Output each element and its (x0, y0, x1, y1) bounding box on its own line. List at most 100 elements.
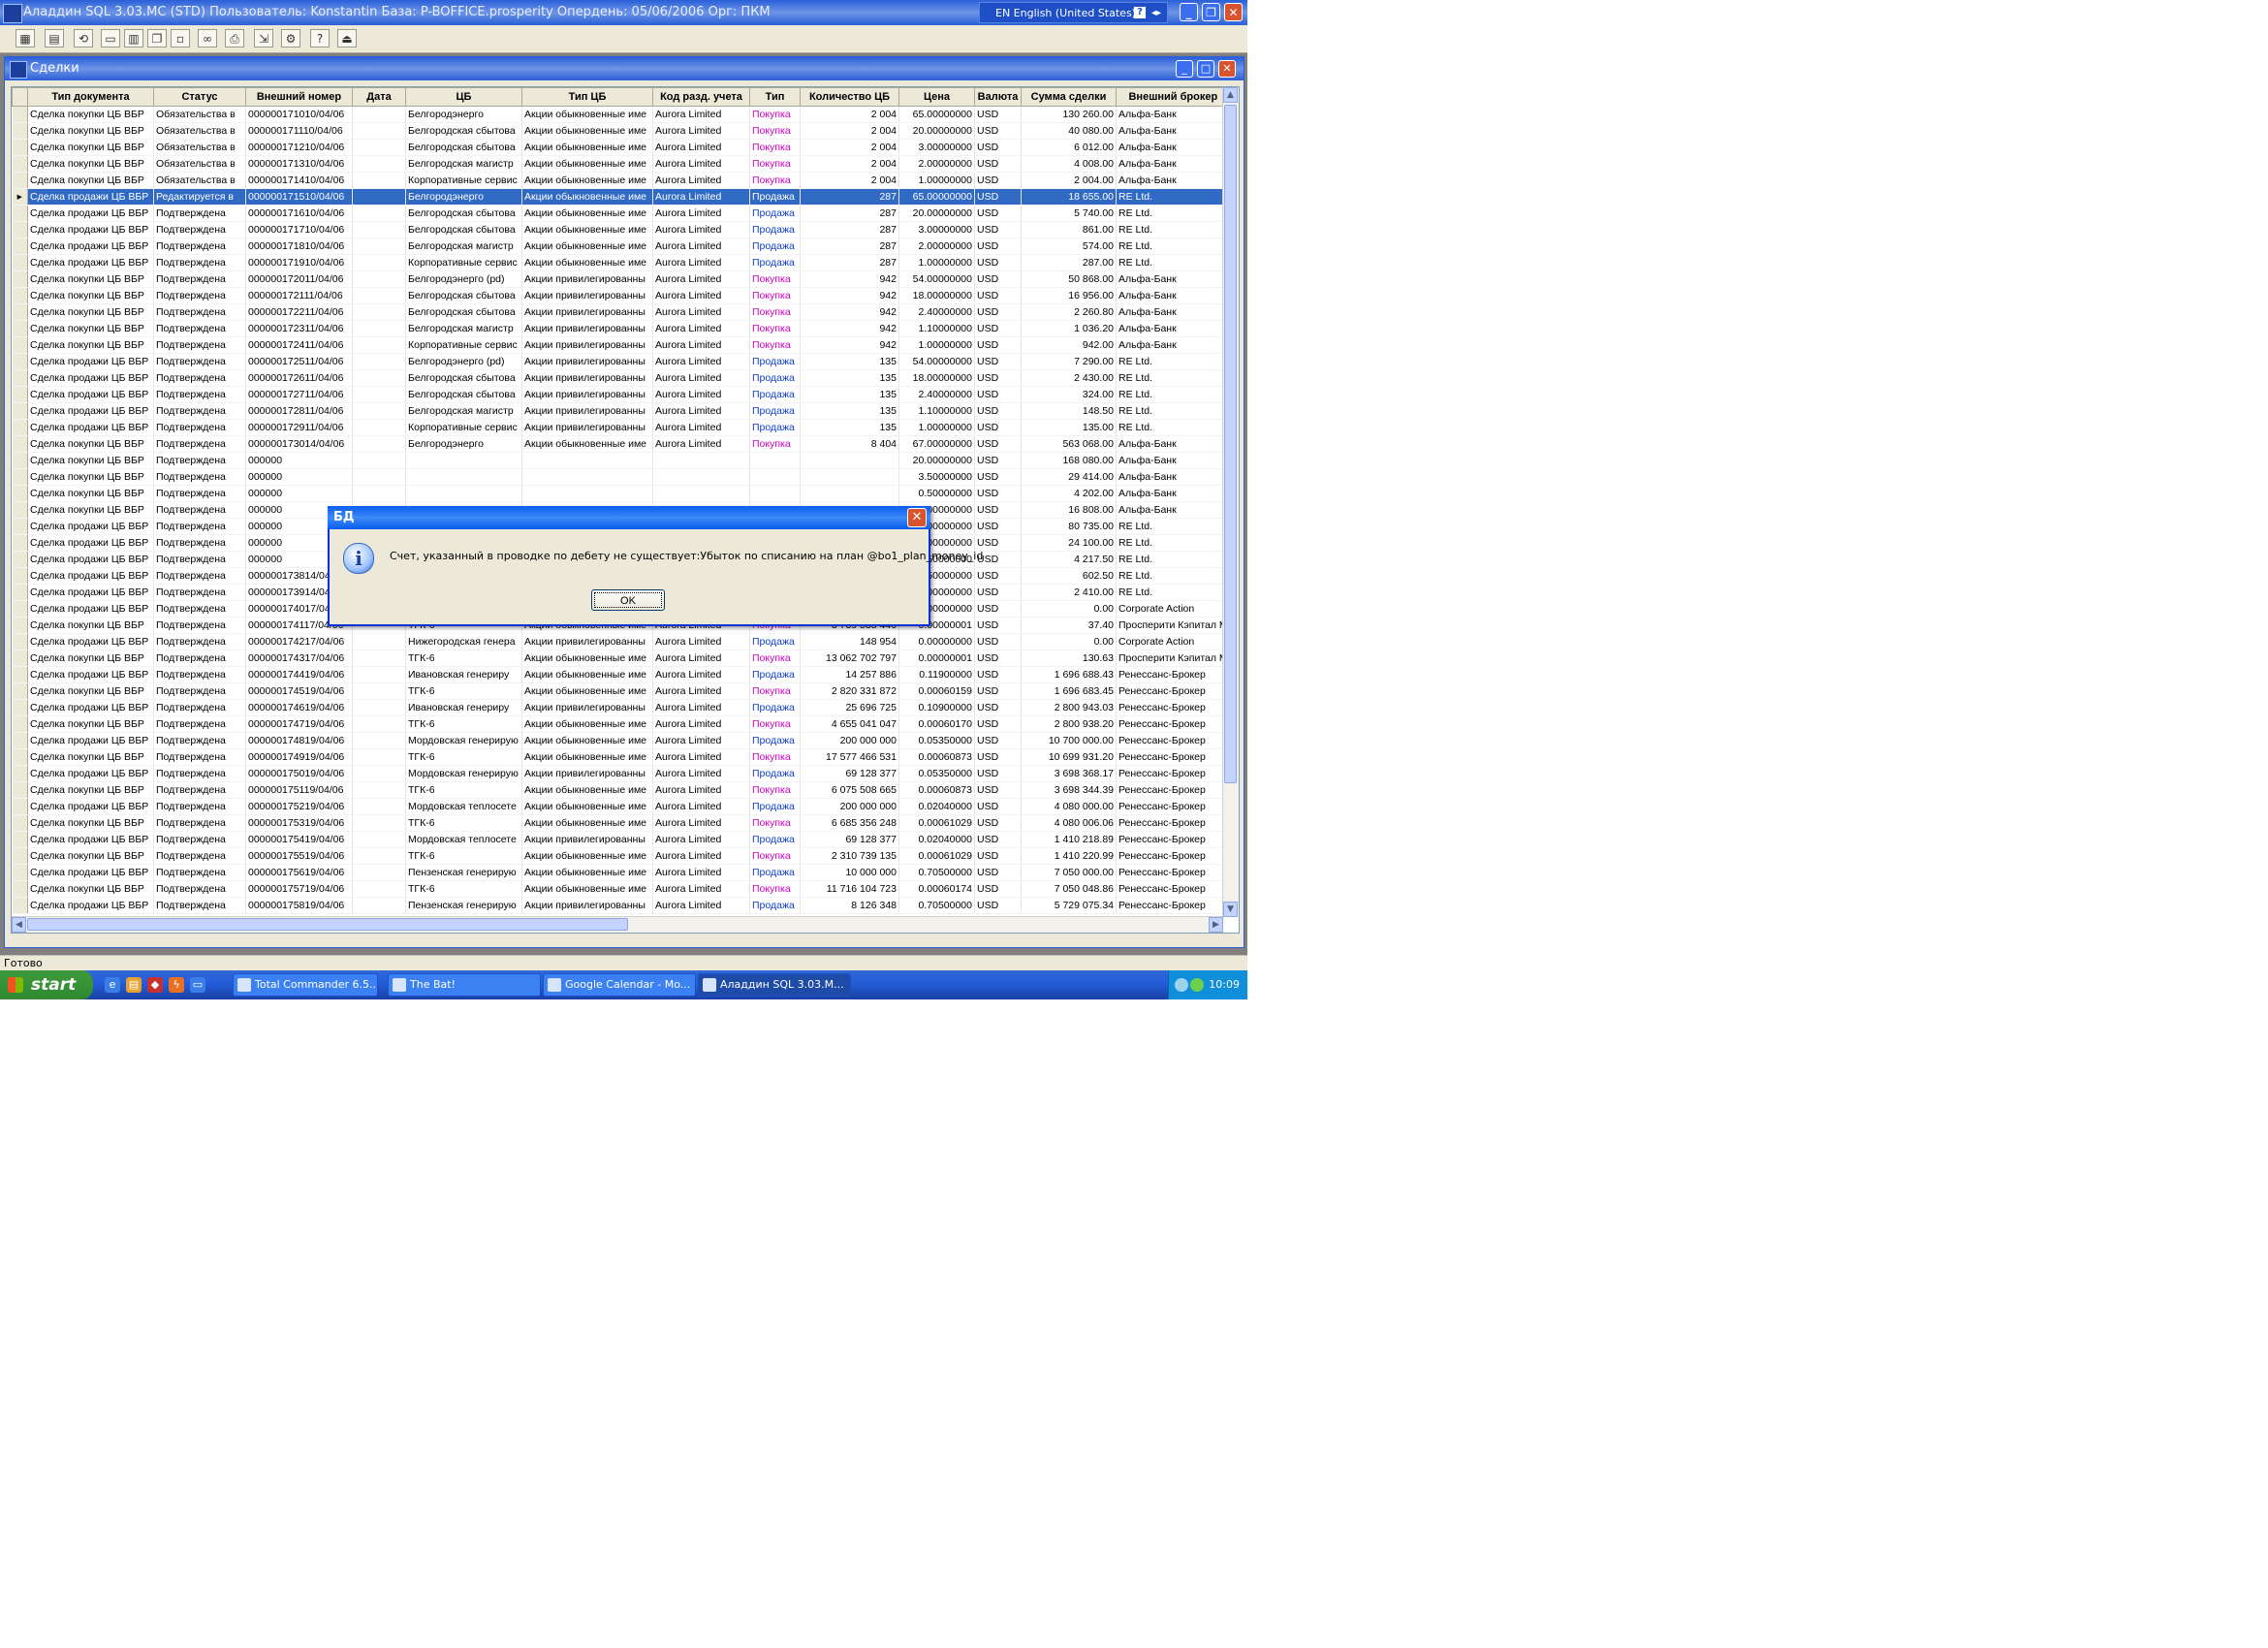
row-indicator[interactable]: ▸ (12, 188, 28, 206)
table-row[interactable]: Сделка продажи ЦБ ВБР Подтверждена 0000001… (12, 666, 1231, 683)
table-row[interactable]: Сделка продажи ЦБ ВБР Подтверждена 0000001… (12, 386, 1231, 403)
help-icon[interactable]: ? (1134, 7, 1146, 18)
deals-window-titlebar[interactable]: Сделки _ □ ✕ (5, 57, 1244, 80)
row-indicator[interactable] (12, 122, 28, 140)
column-header[interactable]: Код разд. учета (652, 87, 750, 107)
scroll-right-icon[interactable]: ▶ (1209, 917, 1223, 933)
language-bar[interactable]: EN English (United States) ? ◂▸ (979, 2, 1168, 23)
table-row[interactable]: Сделка покупки ЦБ ВБР Обязательства в 0000… (12, 106, 1231, 123)
table-row[interactable]: Сделка покупки ЦБ ВБР Подтверждена 0000001… (12, 814, 1231, 832)
row-indicator[interactable] (12, 682, 28, 700)
row-indicator[interactable] (12, 369, 28, 387)
row-indicator[interactable] (12, 139, 28, 156)
row-indicator[interactable] (12, 402, 28, 420)
row-indicator[interactable] (12, 765, 28, 782)
row-indicator[interactable] (12, 666, 28, 683)
row-indicator[interactable] (12, 435, 28, 453)
table-row[interactable]: Сделка покупки ЦБ ВБР Подтверждена 0000001… (12, 715, 1231, 733)
row-indicator[interactable] (12, 336, 28, 354)
app-quicklaunch-icon[interactable]: ◆ (147, 977, 163, 993)
horizontal-scrollbar[interactable]: ◀ ▶ (12, 916, 1223, 933)
folder-icon[interactable]: ▤ (126, 977, 142, 993)
table-row[interactable]: Сделка продажи ЦБ ВБР Подтверждена 0000001… (12, 831, 1231, 848)
table-row[interactable]: Сделка покупки ЦБ ВБР Подтверждена 0000001… (12, 435, 1231, 453)
row-indicator[interactable] (12, 106, 28, 123)
row-indicator[interactable] (12, 485, 28, 502)
table-row[interactable]: Сделка продажи ЦБ ВБР Подтверждена 0000001… (12, 254, 1231, 271)
network-icon[interactable] (1175, 978, 1188, 992)
binoculars-icon[interactable]: ∞ (198, 29, 217, 48)
table-row[interactable]: Сделка покупки ЦБ ВБР Подтверждена 0000001… (12, 336, 1231, 354)
column-header[interactable]: Тип документа (27, 87, 154, 107)
row-indicator[interactable] (12, 155, 28, 173)
table-row[interactable]: Сделка продажи ЦБ ВБР Подтверждена 0000001… (12, 205, 1231, 222)
column-header[interactable]: ЦБ (405, 87, 522, 107)
row-indicator[interactable] (12, 600, 28, 618)
security-icon[interactable] (1190, 978, 1204, 992)
table-row[interactable]: Сделка продажи ЦБ ВБР Подтверждена 0000001… (12, 699, 1231, 716)
child-maximize-button[interactable]: □ (1197, 60, 1214, 78)
table-row[interactable]: Сделка покупки ЦБ ВБР Обязательства в 0000… (12, 139, 1231, 156)
row-indicator[interactable] (12, 633, 28, 650)
child-minimize-button[interactable]: _ (1176, 60, 1193, 78)
table-row[interactable]: Сделка продажи ЦБ ВБР Подтверждена 0000001… (12, 353, 1231, 370)
row-indicator[interactable] (12, 798, 28, 815)
table-row[interactable]: Сделка покупки ЦБ ВБР Подтверждена 000000 0… (12, 485, 1231, 502)
table-row[interactable]: Сделка покупки ЦБ ВБР Подтверждена 0000001… (12, 682, 1231, 700)
table-row[interactable]: Сделка покупки ЦБ ВБР Подтверждена 0000001… (12, 270, 1231, 288)
row-indicator[interactable] (12, 303, 28, 321)
table-row[interactable]: Сделка покупки ЦБ ВБР Подтверждена 0000001… (12, 880, 1231, 898)
minimize-button[interactable]: _ (1180, 3, 1198, 21)
arrange-icon[interactable]: ▫ (171, 29, 190, 48)
row-indicator[interactable] (12, 320, 28, 337)
table-row[interactable]: Сделка продажи ЦБ ВБР Подтверждена 0000001… (12, 419, 1231, 436)
child-close-button[interactable]: ✕ (1218, 60, 1236, 78)
dialog-titlebar[interactable]: БД ✕ (328, 506, 930, 529)
horizontal-scroll-thumb[interactable] (27, 918, 628, 931)
row-indicator[interactable] (12, 699, 28, 716)
column-header[interactable]: Тип ЦБ (521, 87, 653, 107)
row-indicator[interactable] (12, 287, 28, 304)
task-google-calendar[interactable]: Google Calendar - Mo... (543, 973, 696, 997)
row-indicator[interactable] (12, 452, 28, 469)
table-row[interactable]: Сделка продажи ЦБ ВБР Подтверждена 0000001… (12, 221, 1231, 238)
row-indicator[interactable] (12, 748, 28, 766)
table-row[interactable]: Сделка покупки ЦБ ВБР Подтверждена 0000001… (12, 847, 1231, 865)
table-row[interactable]: Сделка продажи ЦБ ВБР Подтверждена 0000001… (12, 798, 1231, 815)
table-row[interactable]: Сделка продажи ЦБ ВБР Подтверждена 0000001… (12, 897, 1231, 914)
restore-button[interactable]: ❐ (1202, 3, 1220, 21)
column-header[interactable]: Валюта (974, 87, 1022, 107)
vertical-scrollbar[interactable]: ▲ ▼ (1222, 87, 1239, 917)
language-options-icon[interactable]: ◂▸ (1151, 3, 1161, 24)
table-row[interactable]: Сделка продажи ЦБ ВБР Подтверждена 0000001… (12, 864, 1231, 881)
column-header[interactable]: Сумма сделки (1021, 87, 1117, 107)
row-indicator[interactable] (12, 386, 28, 403)
desktop-icon[interactable]: ▭ (190, 977, 205, 993)
cascade-icon[interactable]: ❐ (147, 29, 167, 48)
row-indicator[interactable] (12, 880, 28, 898)
row-indicator[interactable] (12, 353, 28, 370)
tile-icon[interactable]: ▥ (124, 29, 143, 48)
table-row[interactable]: Сделка продажи ЦБ ВБР Подтверждена 0000001… (12, 402, 1231, 420)
table-row[interactable]: Сделка покупки ЦБ ВБР Подтверждена 000000 2… (12, 452, 1231, 469)
window-icon[interactable]: ▭ (101, 29, 120, 48)
row-indicator[interactable] (12, 270, 28, 288)
row-indicator[interactable] (12, 172, 28, 189)
row-indicator[interactable] (12, 221, 28, 238)
table-row[interactable]: Сделка покупки ЦБ ВБР Подтверждена 0000001… (12, 303, 1231, 321)
column-header[interactable]: Статус (153, 87, 246, 107)
row-indicator[interactable] (12, 468, 28, 486)
table-row[interactable]: Сделка покупки ЦБ ВБР Обязательства в 0000… (12, 172, 1231, 189)
start-button[interactable]: start (0, 970, 93, 999)
table-row[interactable]: Сделка покупки ЦБ ВБР Подтверждена 000000 3… (12, 468, 1231, 486)
dialog-close-button[interactable]: ✕ (907, 508, 927, 527)
scroll-left-icon[interactable]: ◀ (12, 917, 26, 933)
ok-button[interactable]: OK (591, 589, 665, 611)
column-header[interactable]: Количество ЦБ (800, 87, 899, 107)
row-indicator[interactable] (12, 518, 28, 535)
lightning-icon[interactable]: ϟ (169, 977, 184, 993)
column-header[interactable]: Цена (898, 87, 975, 107)
row-indicator[interactable] (12, 715, 28, 733)
row-indicator[interactable] (12, 254, 28, 271)
row-indicator[interactable] (12, 864, 28, 881)
